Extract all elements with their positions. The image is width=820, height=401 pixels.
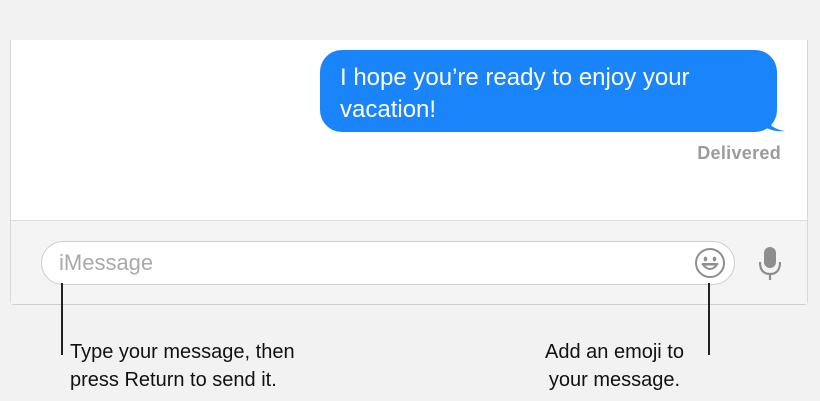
- callout-line-input: [61, 283, 63, 355]
- callout-input-line1: Type your message, then: [70, 341, 295, 363]
- microphone-icon[interactable]: [755, 244, 785, 284]
- callout-input-line2: press Return to send it.: [70, 369, 277, 391]
- callout-line-emoji: [708, 283, 710, 355]
- message-input[interactable]: [59, 242, 659, 283]
- callout-emoji-line2: your message.: [548, 369, 681, 391]
- message-input-container[interactable]: [41, 241, 735, 285]
- messages-window: I hope you’re ready to enjoy your vacati…: [10, 40, 808, 305]
- emoji-smiley-icon[interactable]: [694, 247, 726, 279]
- composer-bar: [11, 220, 807, 304]
- callout-emoji-line1: Add an emoji to: [545, 341, 684, 363]
- message-transcript: I hope you’re ready to enjoy your vacati…: [11, 40, 807, 220]
- callout-input-description: Type your message, then press Return to …: [70, 338, 295, 394]
- outgoing-message-text: I hope you’re ready to enjoy your vacati…: [340, 64, 690, 123]
- outgoing-message-bubble[interactable]: I hope you’re ready to enjoy your vacati…: [320, 50, 785, 132]
- callout-emoji-description: Add an emoji to your message.: [527, 338, 702, 394]
- delivery-status: Delivered: [697, 143, 781, 163]
- bubble-tail: [763, 114, 785, 132]
